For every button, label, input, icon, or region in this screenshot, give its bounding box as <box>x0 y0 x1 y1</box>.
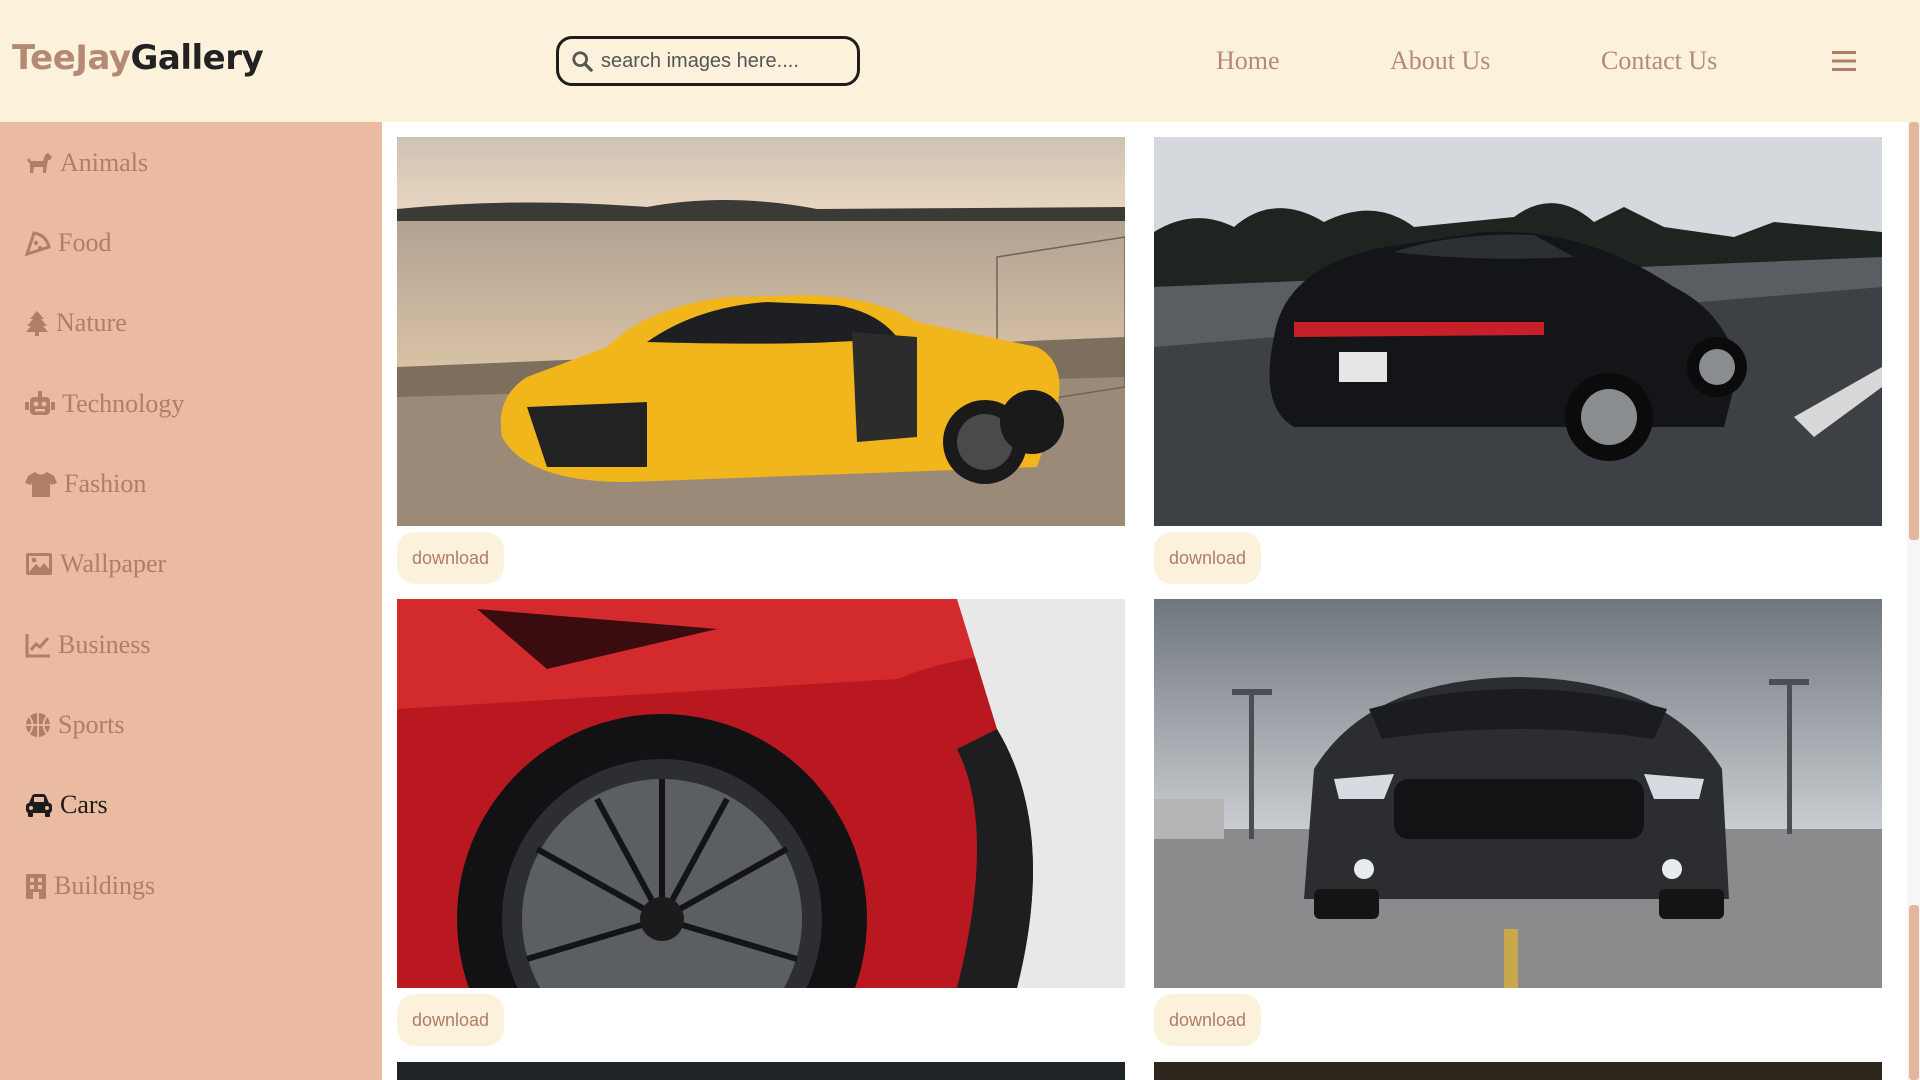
gallery-image-black-sedan[interactable] <box>1154 137 1882 526</box>
scrollbar-lower-thumb[interactable] <box>1909 905 1919 1080</box>
sidebar-item-wallpaper[interactable]: Wallpaper <box>24 544 166 584</box>
download-button[interactable]: download <box>1154 994 1262 1046</box>
sidebar-item-label: Sports <box>58 710 125 739</box>
search-icon <box>572 51 593 72</box>
sidebar-item-label: Buildings <box>54 871 156 900</box>
sidebar-item-label: Technology <box>62 389 185 418</box>
sidebar-item-sports[interactable]: Sports <box>24 705 124 745</box>
sidebar-item-nature[interactable]: Nature <box>24 303 127 343</box>
site-logo[interactable]: TeeJayGallery <box>12 38 264 78</box>
dog-icon <box>27 153 52 173</box>
hamburger-menu-icon[interactable] <box>1831 48 1857 74</box>
logo-brand-second: Gallery <box>130 38 264 78</box>
sidebar-item-label: Food <box>58 228 112 257</box>
shirt-icon <box>25 472 57 497</box>
gallery-image-partial[interactable] <box>1154 1062 1882 1080</box>
image-icon <box>26 553 52 575</box>
line-chart-icon <box>25 634 50 658</box>
top-header: TeeJayGallery Home About Us Contact Us <box>0 0 1920 122</box>
sidebar-item-cars[interactable]: Cars <box>24 785 108 825</box>
search-box[interactable] <box>556 36 860 86</box>
sidebar-item-label: Fashion <box>64 469 147 498</box>
logo-brand-first: TeeJay <box>12 38 131 78</box>
sidebar-item-label: Business <box>58 630 151 659</box>
download-button[interactable]: download <box>397 532 505 584</box>
sidebar-item-animals[interactable]: Animals <box>24 143 148 183</box>
gallery-image-red-car-wheel[interactable] <box>397 599 1125 988</box>
scrollbar-thumb[interactable] <box>1909 122 1919 540</box>
robot-icon <box>25 391 55 415</box>
sidebar-item-fashion[interactable]: Fashion <box>24 464 146 504</box>
download-button[interactable]: download <box>1154 532 1262 584</box>
category-sidebar: Animals Food Nature Technology Fashion W… <box>0 122 382 1080</box>
sidebar-item-buildings[interactable]: Buildings <box>24 866 155 906</box>
pizza-icon <box>24 231 51 257</box>
nav-contact-link[interactable]: Contact Us <box>1601 46 1717 76</box>
sidebar-item-label: Animals <box>60 148 149 177</box>
nav-home-link[interactable]: Home <box>1216 46 1280 76</box>
sidebar-item-technology[interactable]: Technology <box>24 384 184 424</box>
gallery-image-muscle-car[interactable] <box>1154 599 1882 988</box>
building-icon <box>26 874 46 899</box>
basketball-icon <box>26 713 50 737</box>
gallery-image-partial[interactable] <box>397 1062 1125 1080</box>
sidebar-item-label: Nature <box>56 308 127 337</box>
gallery-image-yellow-car[interactable] <box>397 137 1125 526</box>
tree-icon <box>26 311 48 336</box>
sidebar-item-business[interactable]: Business <box>24 625 150 665</box>
download-button[interactable]: download <box>397 994 505 1046</box>
search-input[interactable] <box>601 49 841 73</box>
image-gallery: download download download download <box>382 122 1902 1080</box>
sidebar-item-food[interactable]: Food <box>24 223 111 263</box>
sidebar-item-label: Cars <box>60 790 108 819</box>
car-icon <box>26 794 52 817</box>
sidebar-item-label: Wallpaper <box>60 549 167 578</box>
nav-about-link[interactable]: About Us <box>1390 46 1490 76</box>
